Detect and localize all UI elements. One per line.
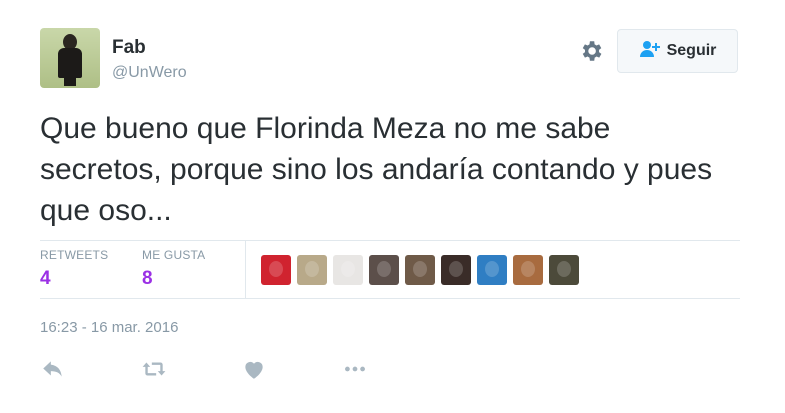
liker-avatar-9[interactable] (549, 255, 579, 285)
user-name[interactable]: Fab (112, 37, 146, 59)
follow-button[interactable]: Seguir (617, 29, 738, 73)
user-handle[interactable]: @UnWero (112, 64, 187, 82)
avatar-figure-legs (64, 74, 76, 86)
liker-avatar-6[interactable] (441, 255, 471, 285)
avatar-shading (377, 261, 391, 277)
liker-avatars (261, 255, 579, 285)
divider-vertical (245, 240, 246, 298)
retweet-icon[interactable] (141, 356, 167, 382)
like-icon[interactable] (241, 356, 267, 382)
avatar-shading (413, 261, 427, 277)
divider-bottom (40, 298, 740, 299)
tweet-text: Que bueno que Florinda Meza no me sabe s… (40, 112, 713, 227)
tweet-timestamp[interactable]: 16:23 - 16 mar. 2016 (40, 319, 178, 336)
avatar-shading (521, 261, 535, 277)
liker-avatar-2[interactable] (297, 255, 327, 285)
retweets-stat[interactable]: RETWEETS 4 (40, 248, 108, 290)
avatar-shading (485, 261, 499, 277)
gear-icon[interactable] (578, 38, 604, 64)
reply-icon[interactable] (40, 356, 66, 382)
avatar-shading (269, 261, 283, 277)
user-avatar[interactable] (40, 28, 100, 88)
follow-button-label: Seguir (666, 42, 717, 59)
more-icon[interactable] (342, 356, 368, 382)
retweets-label: RETWEETS (40, 248, 109, 262)
retweets-count: 4 (40, 268, 51, 289)
likes-label: ME GUSTA (142, 248, 206, 262)
avatar-shading (449, 261, 463, 277)
divider-top (40, 240, 740, 241)
avatar-shading (341, 261, 355, 277)
liker-avatar-1[interactable] (261, 255, 291, 285)
liker-avatar-5[interactable] (405, 255, 435, 285)
add-user-icon (639, 40, 661, 63)
likes-count: 8 (142, 268, 153, 289)
avatar-shading (557, 261, 571, 277)
liker-avatar-4[interactable] (369, 255, 399, 285)
likes-stat[interactable]: ME GUSTA 8 (142, 248, 205, 290)
avatar-shading (305, 261, 319, 277)
liker-avatar-8[interactable] (513, 255, 543, 285)
liker-avatar-7[interactable] (477, 255, 507, 285)
liker-avatar-3[interactable] (333, 255, 363, 285)
